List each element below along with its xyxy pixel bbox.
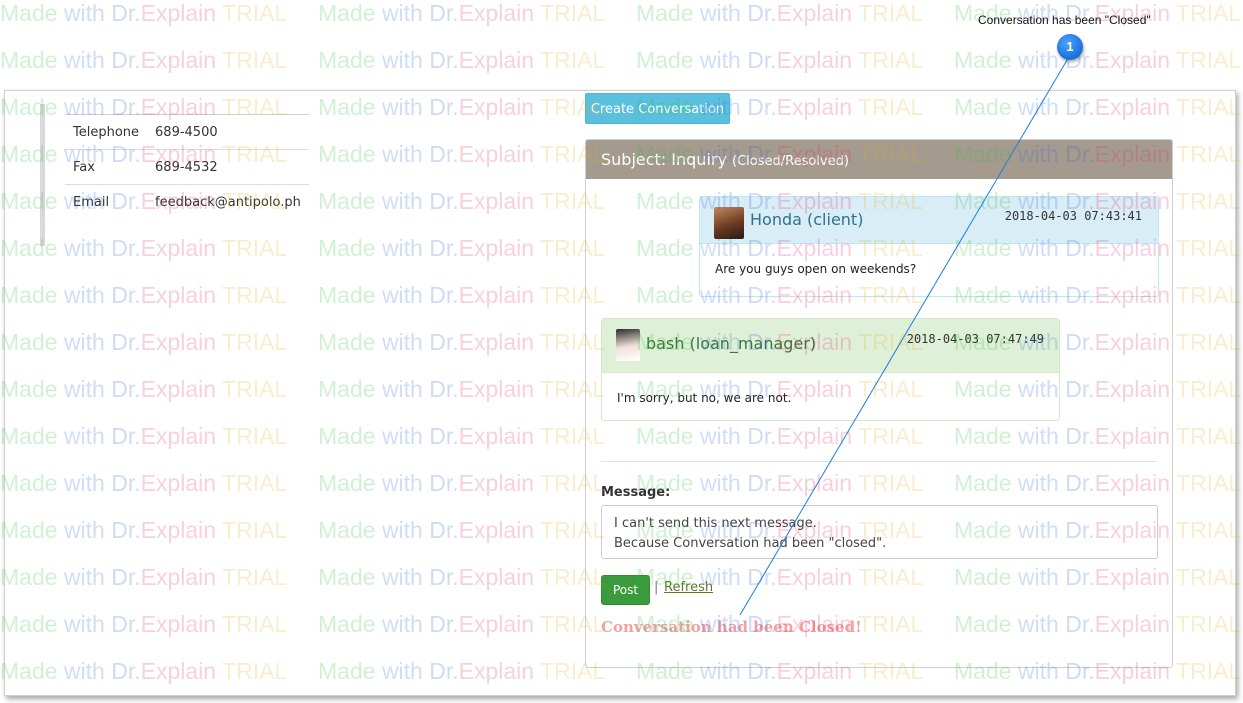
watermark-word: Made xyxy=(636,0,694,26)
watermark-word: Made xyxy=(0,0,58,26)
watermark-stamp: Made with Dr.Explain TRIAL xyxy=(636,47,954,74)
watermark-word: Explain xyxy=(458,47,535,73)
message-text: I'm sorry, but no, we are not. xyxy=(617,391,792,405)
watermark-word: Dr. xyxy=(429,0,459,26)
callout-text: Conversation has been "Closed" xyxy=(978,13,1151,27)
watermark-word: Made xyxy=(0,47,58,73)
contact-label: Fax xyxy=(65,149,148,185)
watermark-word: TRIAL xyxy=(1176,0,1242,26)
contact-label: Telephone xyxy=(65,114,148,150)
watermark-word: Explain xyxy=(1094,47,1171,73)
watermark-word: with xyxy=(63,47,105,73)
action-separator: | xyxy=(654,580,659,595)
callout-number-badge: 1 xyxy=(1057,34,1083,60)
closed-notice: Conversation had been Closed! xyxy=(601,618,862,636)
divider xyxy=(601,461,1157,462)
watermark-word: Dr. xyxy=(747,47,777,73)
watermark-word: Explain xyxy=(140,47,217,73)
contact-row-email: Email feedback@antipolo.ph xyxy=(65,184,309,219)
watermark-stamp: Made with Dr.Explain TRIAL xyxy=(636,0,954,27)
watermark-word: TRIAL xyxy=(222,0,288,26)
watermark-word: with xyxy=(63,0,105,26)
sidebar-accent-bar xyxy=(40,104,45,246)
watermark-word: Made xyxy=(318,47,376,73)
watermark-stamp: Made with Dr.Explain TRIAL xyxy=(318,0,636,27)
conversation-header: Subject: Inquiry (Closed/Resolved) xyxy=(586,140,1172,179)
message-input[interactable]: I can't send this next message. Because … xyxy=(601,505,1158,559)
conversation-subject: Subject: Inquiry xyxy=(601,150,727,169)
message-timestamp: 2018-04-03 07:47:49 xyxy=(906,332,1044,346)
message-header: Honda (client) 2018-04-03 07:43:41 xyxy=(700,197,1158,244)
watermark-word: TRIAL xyxy=(1176,47,1242,73)
create-conversation-button[interactable]: Create Conversation xyxy=(585,93,730,124)
watermark-word: Dr. xyxy=(429,47,459,73)
manager-avatar xyxy=(616,329,640,361)
watermark-word: TRIAL xyxy=(858,0,924,26)
client-avatar xyxy=(714,207,744,239)
watermark-stamp: Made with Dr.Explain TRIAL xyxy=(954,47,1243,74)
watermark-word: Explain xyxy=(776,47,853,73)
contact-value: 689-4532 xyxy=(147,149,309,185)
watermark-word: with xyxy=(381,0,423,26)
message-client: Honda (client) 2018-04-03 07:43:41 Are y… xyxy=(699,196,1159,297)
watermark-word: TRIAL xyxy=(858,47,924,73)
contact-value: feedback@antipolo.ph xyxy=(147,184,309,219)
contact-row-telephone: Telephone 689-4500 xyxy=(65,114,309,150)
watermark-word: Dr. xyxy=(747,0,777,26)
message-timestamp: 2018-04-03 07:43:41 xyxy=(1004,209,1142,223)
watermark-word: Made xyxy=(954,47,1012,73)
watermark-word: Dr. xyxy=(111,47,141,73)
watermark-word: TRIAL xyxy=(222,47,288,73)
contact-info-table: Telephone 689-4500 Fax 689-4532 Email fe… xyxy=(65,114,309,219)
watermark-word: Dr. xyxy=(111,0,141,26)
message-author: bash (loan_manager) xyxy=(646,334,817,353)
contact-row-fax: Fax 689-4532 xyxy=(65,149,309,185)
watermark-word: with xyxy=(381,47,423,73)
watermark-word: TRIAL xyxy=(540,0,606,26)
refresh-link[interactable]: Refresh xyxy=(664,580,713,595)
message-manager: bash (loan_manager) 2018-04-03 07:47:49 … xyxy=(601,318,1060,421)
watermark-stamp: Made with Dr.Explain TRIAL xyxy=(0,0,318,27)
message-label: Message: xyxy=(601,485,671,500)
watermark-word: with xyxy=(699,0,741,26)
watermark-word: with xyxy=(699,47,741,73)
contact-label: Email xyxy=(65,184,148,219)
watermark-word: Made xyxy=(318,0,376,26)
watermark-word: Explain xyxy=(776,0,853,26)
post-button[interactable]: Post xyxy=(601,575,650,605)
contact-value: 689-4500 xyxy=(147,114,309,150)
conversation-panel: Subject: Inquiry (Closed/Resolved) Honda… xyxy=(585,139,1173,668)
watermark-word: Explain xyxy=(458,0,535,26)
watermark-row: Made with Dr.Explain TRIAL Made with Dr.E… xyxy=(0,47,1243,74)
watermark-stamp: Made with Dr.Explain TRIAL xyxy=(318,47,636,74)
watermark-word: with xyxy=(1017,47,1059,73)
watermark-stamp: Made with Dr.Explain TRIAL xyxy=(0,47,318,74)
watermark-word: Explain xyxy=(140,0,217,26)
message-header: bash (loan_manager) 2018-04-03 07:47:49 xyxy=(602,319,1059,373)
watermark-word: Made xyxy=(636,47,694,73)
message-author: Honda (client) xyxy=(750,210,864,229)
message-text: Are you guys open on weekends? xyxy=(715,262,917,276)
watermark-word: TRIAL xyxy=(540,47,606,73)
conversation-status: (Closed/Resolved) xyxy=(732,154,849,169)
